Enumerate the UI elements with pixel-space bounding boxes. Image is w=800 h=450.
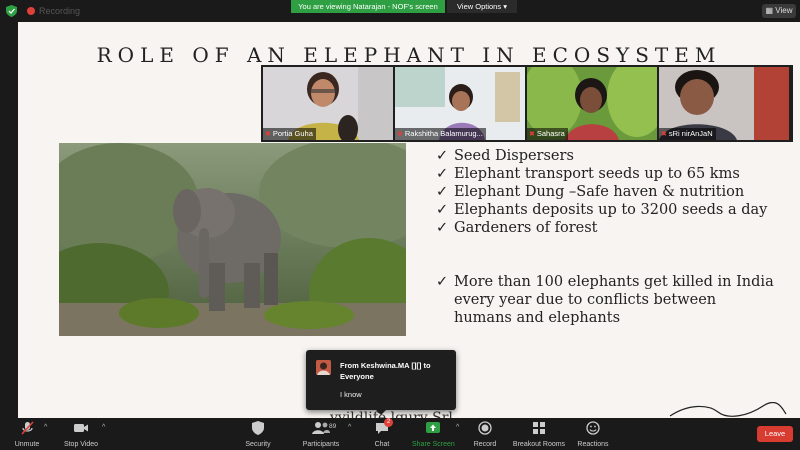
audio-options-caret[interactable]: ^ <box>44 424 47 431</box>
bullet-text: Elephant transport seeds up to 65 kms <box>454 166 740 182</box>
video-options-caret[interactable]: ^ <box>102 424 105 431</box>
view-options-button[interactable]: View Options ▾ <box>447 0 517 13</box>
bullet-item: ✓ Elephant Dung –Safe haven & nutrition <box>436 183 796 201</box>
video-tile[interactable]: ✖ Portia Guha <box>263 67 393 140</box>
top-bar: Recording You are viewing Natarajan - NO… <box>0 0 800 22</box>
stop-video-label: Stop Video <box>63 441 99 448</box>
shield-icon <box>252 421 264 435</box>
chat-sender: From Keshwina.MA [][] to Everyone <box>340 361 431 381</box>
share-options-caret[interactable]: ^ <box>456 424 459 431</box>
participants-icon <box>312 422 330 434</box>
recording-label: Recording <box>39 6 81 16</box>
conflict-line: More than 100 elephants get killed in In… <box>454 274 774 290</box>
participant-name-tag: ✖ Rakshitha Balamurug... <box>395 128 486 140</box>
participant-name: Sahasra <box>536 129 565 138</box>
recording-dot-icon <box>27 7 35 15</box>
video-camera-icon <box>74 424 88 432</box>
participant-name: Rakshitha Balamurug... <box>404 129 483 138</box>
meeting-toolbar: Unmute ^ Stop Video ^ Security 89 Partic… <box>0 418 800 450</box>
bullet-text: Gardeners of forest <box>454 220 598 236</box>
video-tile[interactable]: ✖ sRi nirAnJaN <box>659 67 789 140</box>
share-screen-icon <box>426 422 440 433</box>
slide-title: ROLE OF AN ELEPHANT IN ECOSYSTEM <box>96 43 722 67</box>
signature-scribble <box>669 402 787 417</box>
participants-options-caret[interactable]: ^ <box>348 424 351 431</box>
microphone-muted-icon: ✖ <box>397 131 403 138</box>
zoom-meeting-window: Recording You are viewing Natarajan - NO… <box>0 0 800 450</box>
microphone-muted-icon: ✖ <box>265 131 271 138</box>
chat-label: Chat <box>374 441 390 448</box>
bullet-text: Seed Dispersers <box>454 148 574 164</box>
share-screen-label: Share Screen <box>412 441 455 448</box>
participants-label: Participants <box>302 441 340 448</box>
leave-button[interactable]: Leave <box>757 426 793 442</box>
avatar <box>316 360 331 375</box>
reactions-label: Reactions <box>577 441 609 448</box>
stop-video-button[interactable]: Stop Video <box>60 420 102 448</box>
conflict-line: humans and elephants <box>454 310 621 326</box>
check-icon: ✓ <box>436 274 449 290</box>
participants-button[interactable]: 89 Participants <box>298 420 344 448</box>
check-icon: ✓ <box>436 148 449 164</box>
video-strip: ✖ Portia Guha ✖ Rakshitha Balamurug... ✖… <box>261 65 793 142</box>
partial-bottom-text: vvildlife lgury Srl <box>330 410 453 418</box>
record-label: Record <box>473 441 497 448</box>
bullet-text: Elephants deposits up to 3200 seeds a da… <box>454 202 768 218</box>
participant-name-tag: ✖ sRi nirAnJaN <box>659 128 716 140</box>
breakout-rooms-label: Breakout Rooms <box>512 441 566 448</box>
chat-message: I know <box>340 390 362 399</box>
video-tile[interactable]: ✖ Rakshitha Balamurug... <box>395 67 525 140</box>
view-button-label: View <box>775 6 793 15</box>
check-icon: ✓ <box>436 166 449 182</box>
participant-name-tag: ✖ Portia Guha <box>263 128 316 140</box>
check-icon: ✓ <box>436 220 449 236</box>
security-label: Security <box>245 441 271 448</box>
bullet-item: ✓ Gardeners of forest <box>436 219 796 237</box>
participant-count: 89 <box>329 423 337 430</box>
share-screen-button[interactable]: Share Screen <box>412 420 455 448</box>
view-button[interactable]: ▦ View <box>762 4 796 18</box>
participant-name: Portia Guha <box>272 129 313 138</box>
bullet-item: ✓ Seed Dispersers <box>436 147 796 165</box>
unmute-button[interactable]: Unmute <box>8 420 46 448</box>
shield-icon[interactable] <box>6 5 17 17</box>
bullet-text: Elephant Dung –Safe haven & nutrition <box>454 184 745 200</box>
breakout-rooms-button[interactable]: Breakout Rooms <box>512 420 566 448</box>
check-icon: ✓ <box>436 184 449 200</box>
reactions-button[interactable]: Reactions <box>576 420 610 448</box>
breakout-rooms-icon <box>533 422 545 434</box>
check-icon: ✓ <box>436 202 449 218</box>
bullet-item: ✓ Elephant transport seeds up to 65 kms <box>436 165 796 183</box>
microphone-muted-icon: ✖ <box>529 131 535 138</box>
participant-name: sRi nirAnJaN <box>668 129 713 138</box>
unmute-label: Unmute <box>14 441 40 448</box>
view-options-label: View Options <box>457 2 502 11</box>
conflict-bullet: ✓ More than 100 elephants get killed in … <box>436 273 796 327</box>
chat-unread-badge: 2 <box>384 418 393 427</box>
elephant-photo <box>59 143 406 336</box>
microphone-muted-icon: ✖ <box>661 131 667 138</box>
toast-pointer <box>376 410 386 415</box>
grid-icon: ▦ <box>765 6 774 15</box>
reaction-smiley-icon <box>586 421 600 435</box>
security-button[interactable]: Security <box>240 420 276 448</box>
participant-name-tag: ✖ Sahasra <box>527 128 568 140</box>
microphone-muted-icon <box>21 421 34 435</box>
record-icon <box>478 421 492 435</box>
video-tile[interactable]: ✖ Sahasra <box>527 67 657 140</box>
chat-notification[interactable]: From Keshwina.MA [][] to Everyone I know <box>306 350 456 415</box>
chat-button[interactable]: 2 Chat <box>368 418 396 448</box>
viewing-banner: You are viewing Natarajan - NOF's screen <box>291 0 445 13</box>
bullet-list: ✓ Seed Dispersers ✓ Elephant transport see… <box>436 147 796 237</box>
conflict-line: every year due to conflicts between <box>454 292 717 308</box>
bullet-item: ✓ Elephants deposits up to 3200 seeds a d… <box>436 201 796 219</box>
record-button[interactable]: Record <box>472 420 498 448</box>
chevron-down-icon: ▾ <box>503 2 507 11</box>
